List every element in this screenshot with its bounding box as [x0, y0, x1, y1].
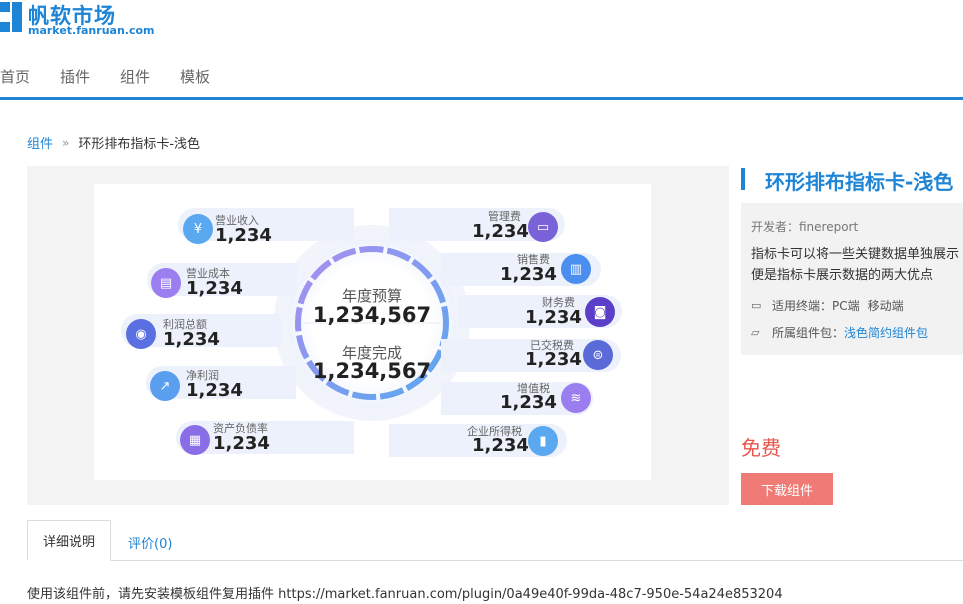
- logo-url[interactable]: market.fanruan.com: [28, 24, 155, 37]
- kpi-value: 1,234: [472, 435, 529, 456]
- logo-icon[interactable]: [0, 2, 22, 32]
- title-accent-bar: [741, 168, 745, 190]
- tax-icon: ⊜: [583, 340, 613, 370]
- monitor-icon: ▭: [751, 299, 762, 312]
- breadcrumb-parent[interactable]: 组件: [27, 133, 53, 152]
- income-tax-icon: ▮: [528, 426, 558, 456]
- cost-doc-icon: ▤: [151, 268, 181, 298]
- kpi-value: 1,234: [186, 278, 243, 299]
- kpi-value: 1,234: [163, 329, 220, 350]
- coins-icon: ≋: [561, 383, 591, 413]
- price-label: 免费: [741, 436, 781, 460]
- terminal-mobile: 移动端: [867, 299, 904, 313]
- nav-home[interactable]: 首页: [0, 66, 30, 88]
- manage-icon: ▭: [528, 212, 558, 242]
- terminal-label: 适用终端：PC端: [772, 299, 860, 313]
- install-notice: 使用该组件前，请先安装模板组件复用插件 https://market.fanru…: [27, 587, 783, 602]
- package-info: ▱ 所属组件包： 浅色简约组件包: [751, 324, 928, 341]
- tab-details[interactable]: 详细说明: [27, 520, 111, 561]
- kpi-value: 1,234: [525, 307, 582, 328]
- kpi-value: 1,234: [525, 349, 582, 370]
- nav-plugins[interactable]: 插件: [60, 66, 90, 88]
- breadcrumb-current: 环形排布指标卡-浅色: [78, 137, 201, 152]
- product-description: 指标卡可以将一些关键数据单独展示便是指标卡展示数据的两大优点: [751, 247, 960, 283]
- kpi-value: 1,234: [215, 225, 272, 246]
- finance-icon: ◙: [585, 297, 615, 327]
- kpi-value: 1,234: [500, 264, 557, 285]
- tab-reviews[interactable]: 评价(0): [128, 533, 172, 552]
- breadcrumb: 组件 » 环形排布指标卡-浅色: [27, 133, 201, 153]
- package-label: 所属组件包：: [772, 326, 845, 340]
- kpi-value: 1,234: [186, 380, 243, 401]
- kpi-value: 1,234: [472, 221, 529, 242]
- nav-components[interactable]: 组件: [120, 66, 150, 88]
- terminal-info: ▭ 适用终端：PC端 移动端: [751, 297, 904, 314]
- bar-chart-icon: ▥: [561, 254, 591, 284]
- package-link[interactable]: 浅色简约组件包: [844, 324, 928, 341]
- kpi-value: 1,234: [213, 433, 270, 454]
- main-nav: 首页 插件 组件 模板: [0, 66, 240, 88]
- kpi-value: 1,234: [500, 392, 557, 413]
- product-title: 环形排布指标卡-浅色: [765, 170, 954, 194]
- ledger-icon: ▦: [180, 425, 210, 455]
- money-bag-icon: ¥: [183, 214, 213, 244]
- download-button[interactable]: 下载组件: [741, 473, 833, 505]
- nav-templates[interactable]: 模板: [180, 66, 210, 88]
- completion-value: 1,234,567: [312, 359, 432, 383]
- folder-icon: ▱: [751, 326, 760, 339]
- profit-coin-icon: ◉: [126, 319, 156, 349]
- developer-text: 开发者：finereport: [751, 220, 859, 234]
- breadcrumb-separator: »: [62, 135, 70, 150]
- header-divider: [0, 97, 963, 100]
- budget-value: 1,234,567: [312, 303, 432, 327]
- chart-icon: ↗: [150, 371, 180, 401]
- tabs-divider: [27, 560, 963, 561]
